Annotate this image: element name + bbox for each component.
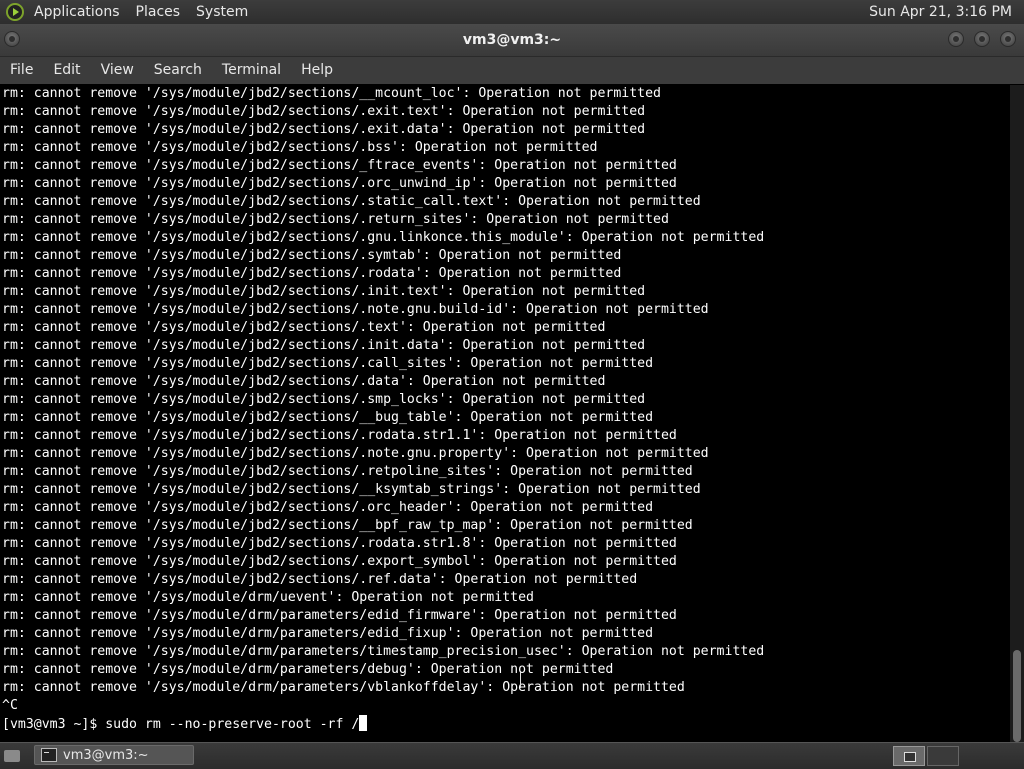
panel-menu-applications[interactable]: Applications: [26, 0, 128, 24]
terminal-line: rm: cannot remove '/sys/module/jbd2/sect…: [2, 320, 606, 335]
bottom-taskbar: vm3@vm3:~: [0, 742, 1024, 769]
terminal-line: rm: cannot remove '/sys/module/jbd2/sect…: [2, 338, 646, 353]
window-titlebar[interactable]: vm3@vm3:~: [0, 24, 1024, 57]
terminal-line: rm: cannot remove '/sys/module/drm/param…: [2, 680, 685, 695]
terminal-line: rm: cannot remove '/sys/module/jbd2/sect…: [2, 158, 677, 173]
terminal-lines: rm: cannot remove '/sys/module/jbd2/sect…: [0, 85, 1010, 715]
terminal-line: rm: cannot remove '/sys/module/jbd2/sect…: [2, 140, 598, 155]
terminal-line: rm: cannot remove '/sys/module/jbd2/sect…: [2, 230, 765, 245]
taskbar-window-label: vm3@vm3:~: [63, 747, 149, 763]
terminal-line: rm: cannot remove '/sys/module/jbd2/sect…: [2, 284, 646, 299]
shell-command[interactable]: sudo rm --no-preserve-root -rf /: [105, 717, 359, 732]
terminal-prompt-line[interactable]: [vm3@vm3 ~]$ sudo rm --no-preserve-root …: [0, 715, 1010, 733]
menu-view[interactable]: View: [91, 57, 144, 84]
mouse-ibeam-cursor-icon: [520, 672, 523, 688]
panel-menu-places[interactable]: Places: [128, 0, 189, 24]
gnome-foot-icon[interactable]: [6, 3, 24, 21]
window-title: vm3@vm3:~: [462, 32, 562, 48]
text-cursor: [359, 715, 368, 731]
terminal-line: rm: cannot remove '/sys/module/jbd2/sect…: [2, 572, 638, 587]
maximize-button[interactable]: [974, 31, 990, 47]
terminal-line: rm: cannot remove '/sys/module/jbd2/sect…: [2, 248, 622, 263]
taskbar-window-button[interactable]: vm3@vm3:~: [34, 745, 194, 765]
terminal-line: rm: cannot remove '/sys/module/jbd2/sect…: [2, 176, 677, 191]
terminal-line: rm: cannot remove '/sys/module/jbd2/sect…: [2, 374, 606, 389]
terminal-line: ^C: [2, 698, 18, 713]
terminal-line: rm: cannot remove '/sys/module/jbd2/sect…: [2, 86, 661, 101]
terminal-line: rm: cannot remove '/sys/module/drm/ueven…: [2, 590, 534, 605]
scrollbar-thumb[interactable]: [1013, 650, 1021, 742]
minimize-button[interactable]: [948, 31, 964, 47]
panel-clock[interactable]: Sun Apr 21, 3:16 PM: [861, 0, 1020, 24]
terminal-line: rm: cannot remove '/sys/module/jbd2/sect…: [2, 356, 654, 371]
panel-menu-system[interactable]: System: [188, 0, 256, 24]
terminal-line: rm: cannot remove '/sys/module/jbd2/sect…: [2, 554, 677, 569]
terminal-line: rm: cannot remove '/sys/module/jbd2/sect…: [2, 446, 709, 461]
terminal-line: rm: cannot remove '/sys/module/drm/param…: [2, 608, 677, 623]
terminal-line: rm: cannot remove '/sys/module/jbd2/sect…: [2, 392, 646, 407]
menu-help[interactable]: Help: [291, 57, 343, 84]
terminal-line: rm: cannot remove '/sys/module/jbd2/sect…: [2, 428, 677, 443]
terminal-line: rm: cannot remove '/sys/module/jbd2/sect…: [2, 410, 654, 425]
terminal-line: rm: cannot remove '/sys/module/jbd2/sect…: [2, 536, 677, 551]
terminal-output[interactable]: rm: cannot remove '/sys/module/jbd2/sect…: [0, 85, 1010, 742]
menu-edit[interactable]: Edit: [43, 57, 90, 84]
terminal-line: rm: cannot remove '/sys/module/drm/param…: [2, 626, 654, 641]
close-button[interactable]: [1000, 31, 1016, 47]
terminal-scrollbar[interactable]: [1010, 85, 1024, 742]
terminal-line: rm: cannot remove '/sys/module/jbd2/sect…: [2, 212, 669, 227]
terminal-line: rm: cannot remove '/sys/module/jbd2/sect…: [2, 500, 654, 515]
terminal-menubar: File Edit View Search Terminal Help: [0, 57, 1024, 84]
top-panel: Applications Places System Sun Apr 21, 3:1…: [0, 0, 1024, 24]
menu-file[interactable]: File: [0, 57, 43, 84]
terminal-line: rm: cannot remove '/sys/module/jbd2/sect…: [2, 482, 701, 497]
terminal-line: rm: cannot remove '/sys/module/jbd2/sect…: [2, 518, 693, 533]
menu-search[interactable]: Search: [144, 57, 212, 84]
terminal-line: rm: cannot remove '/sys/module/drm/param…: [2, 662, 614, 677]
terminal-line: rm: cannot remove '/sys/module/jbd2/sect…: [2, 194, 701, 209]
shell-prompt: [vm3@vm3 ~]$: [2, 717, 106, 732]
menu-terminal[interactable]: Terminal: [212, 57, 291, 84]
terminal-line: rm: cannot remove '/sys/module/jbd2/sect…: [2, 302, 709, 317]
workspace-1-button[interactable]: [893, 746, 925, 766]
terminal-line: rm: cannot remove '/sys/module/jbd2/sect…: [2, 266, 622, 281]
terminal-icon: [41, 748, 57, 762]
terminal-line: rm: cannot remove '/sys/module/jbd2/sect…: [2, 464, 693, 479]
panel-menus: Applications Places System: [26, 0, 256, 24]
workspace-2-button[interactable]: [927, 746, 959, 766]
terminal-line: rm: cannot remove '/sys/module/jbd2/sect…: [2, 104, 646, 119]
terminal-line: rm: cannot remove '/sys/module/jbd2/sect…: [2, 122, 646, 137]
show-desktop-icon[interactable]: [2, 747, 22, 765]
terminal-line: rm: cannot remove '/sys/module/drm/param…: [2, 644, 765, 659]
